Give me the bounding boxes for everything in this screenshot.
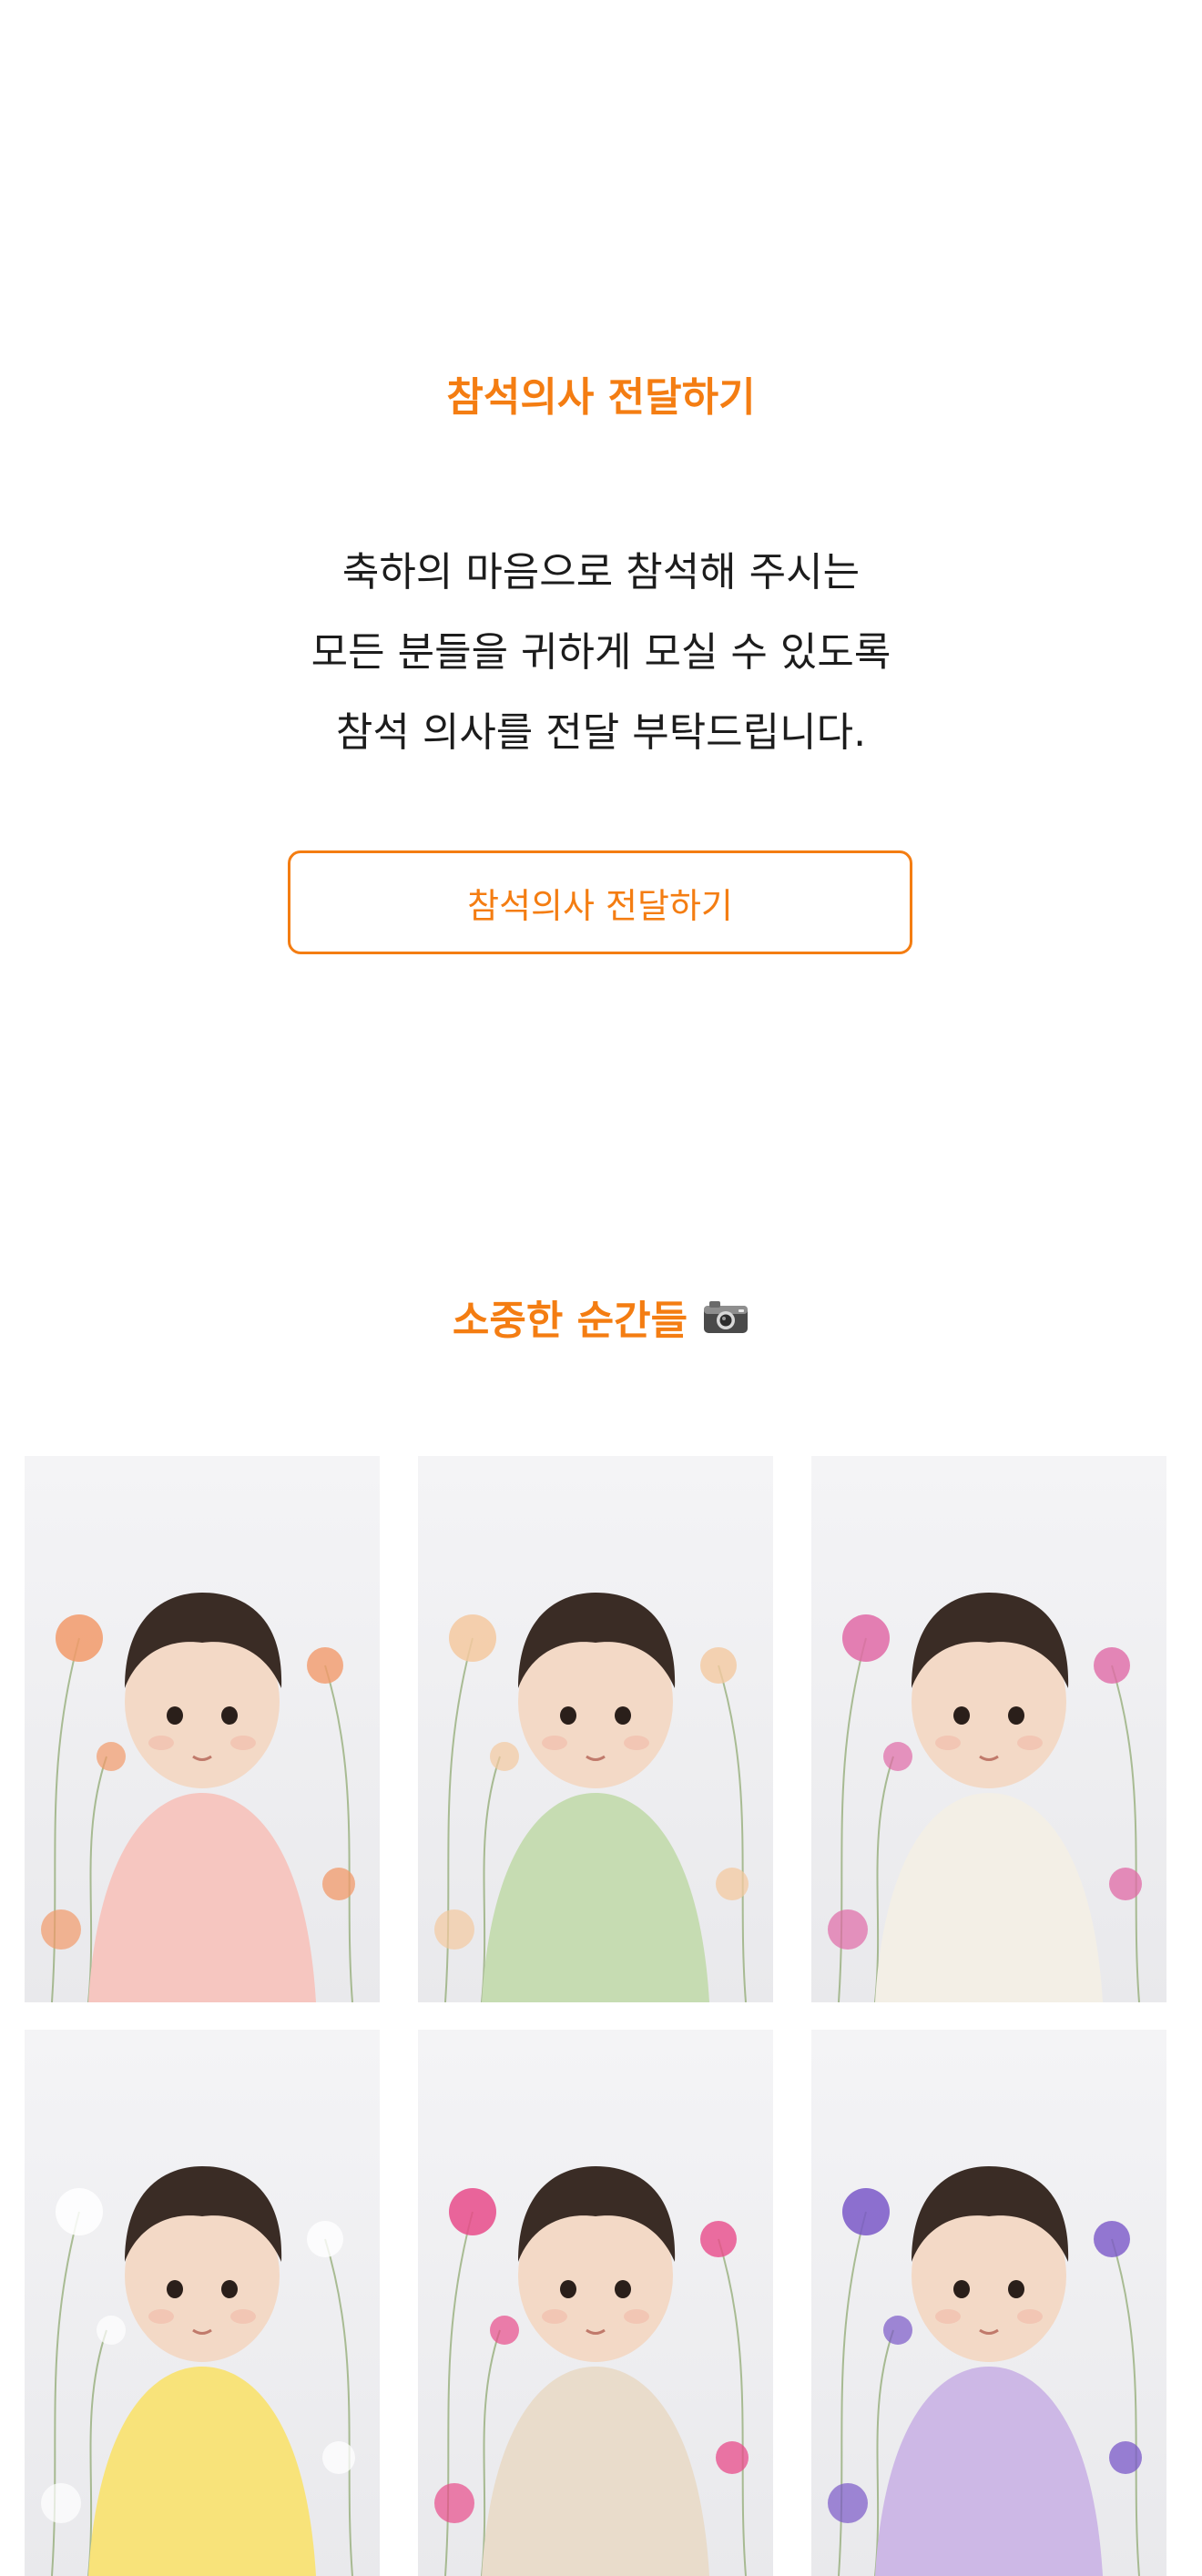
gallery-photo[interactable] [811,1456,1166,2002]
rsvp-message-line: 축하의 마음으로 참석해 주시는 [341,549,861,596]
rsvp-message-line: 참석 의사를 전달 부탁드립니다. [335,709,867,756]
gallery-photo[interactable] [25,2030,380,2576]
rsvp-message: 축하의 마음으로 참석해 주시는 모든 분들을 귀하게 모실 수 있도록 참석 … [0,533,1202,773]
rsvp-message-line: 모든 분들을 귀하게 모실 수 있도록 [311,629,891,676]
gallery-photo[interactable] [811,2030,1166,2576]
rsvp-submit-button[interactable]: 참석의사 전달하기 [288,850,912,954]
gallery-title-text: 소중한 순간들 [452,1298,688,1344]
gallery-photo[interactable] [25,1456,380,2002]
rsvp-section-title: 참석의사 전달하기 [446,374,756,421]
gallery-photo[interactable] [418,2030,773,2576]
camera-icon [702,1298,749,1335]
gallery-section-title: 소중한 순간들 [0,1288,1202,1346]
gallery-photo[interactable] [418,1456,773,2002]
